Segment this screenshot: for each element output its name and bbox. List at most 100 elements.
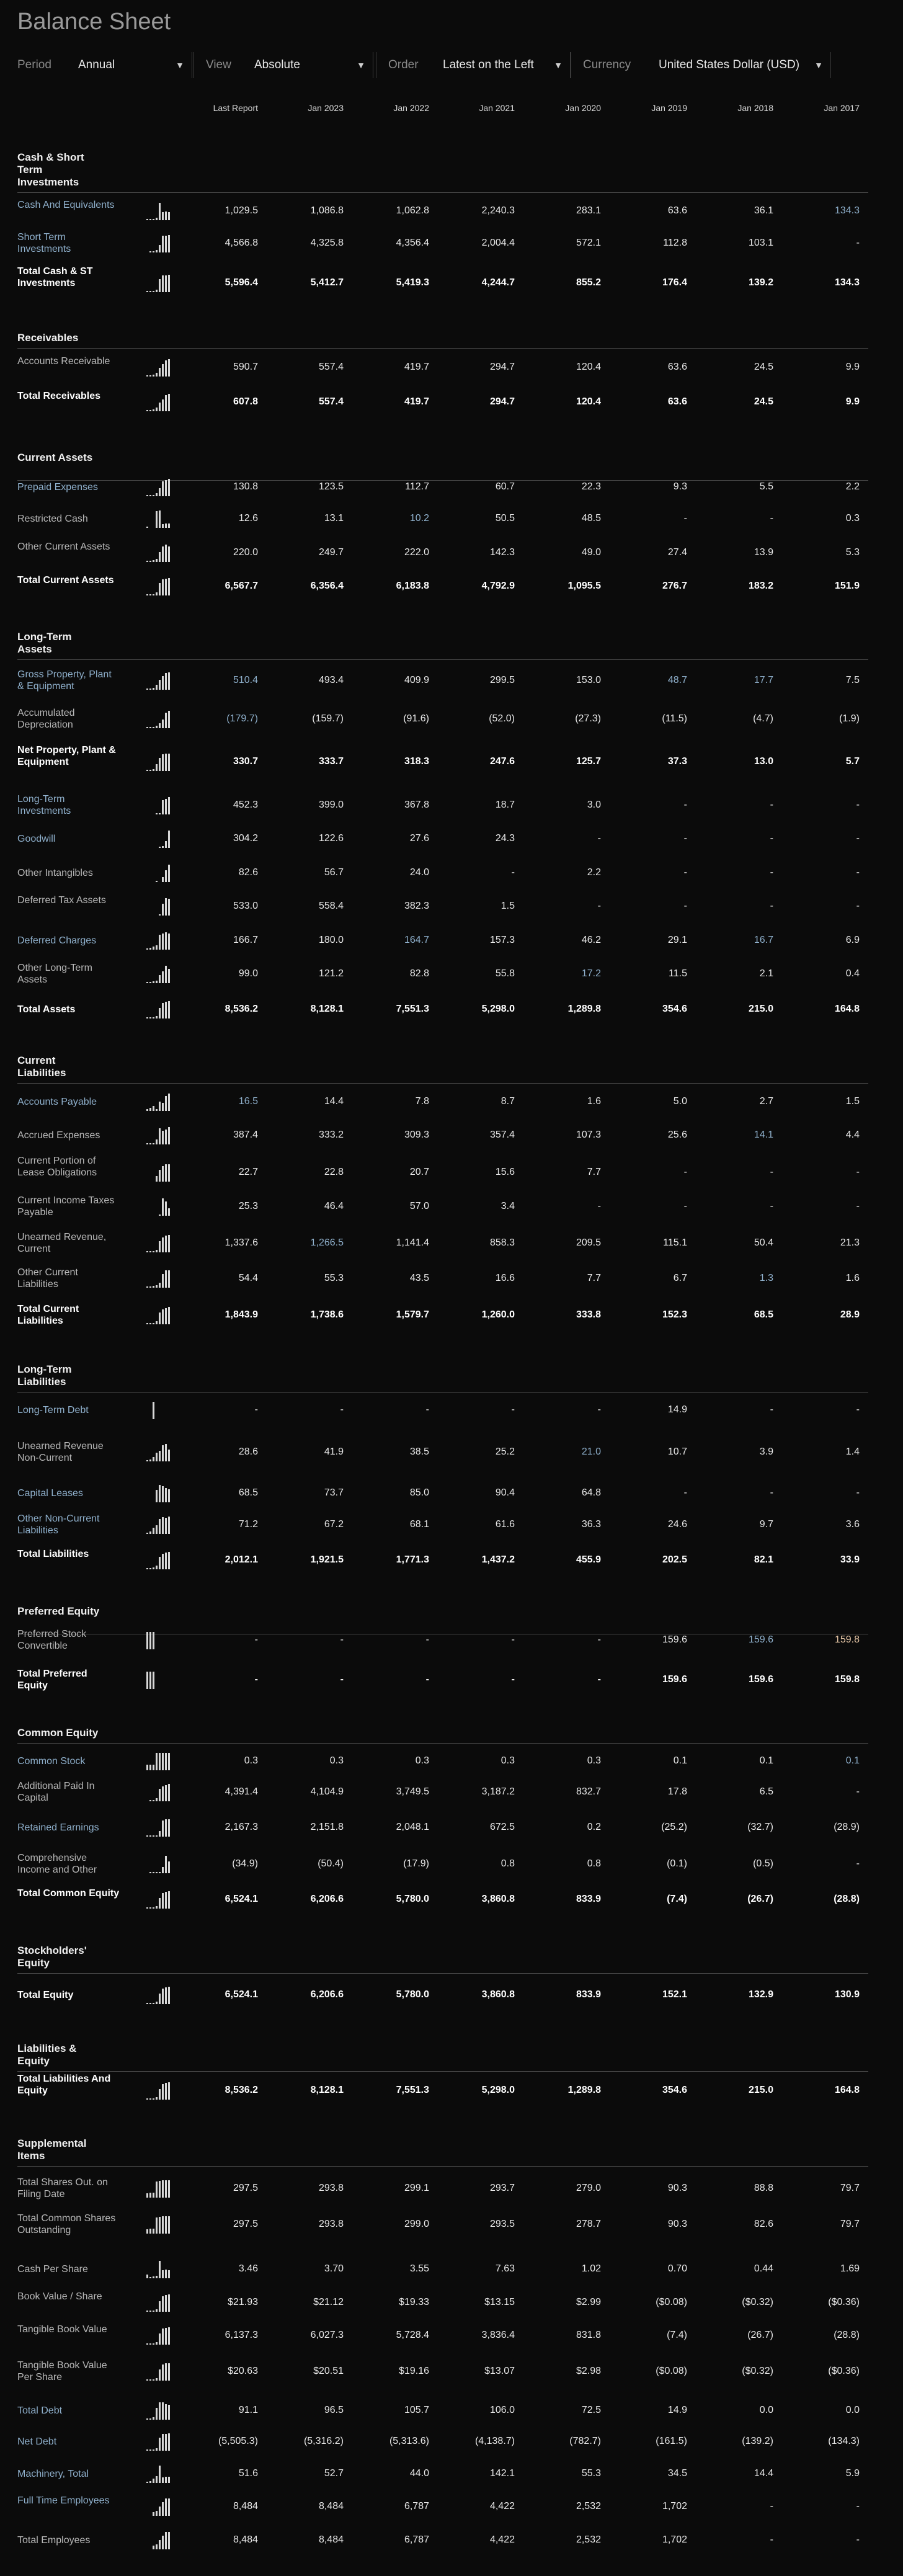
cell-value: 4,422 (489, 2534, 515, 2545)
cell-value: - (856, 1786, 860, 1797)
sparkline-bar (159, 847, 161, 848)
cell-value: 297.5 (233, 2219, 258, 2229)
section-title: Preferred Equity (17, 1605, 100, 1617)
cell-value: 16.6 (495, 1273, 515, 1283)
cell-value: 3,836.4 (481, 2330, 515, 2340)
row-label-full-time-employees[interactable]: Full Time Employees (17, 2495, 120, 2507)
row-label-cash-and-equivalents[interactable]: Cash And Equivalents (17, 199, 120, 211)
sparkline-bar (162, 846, 164, 848)
column-header[interactable]: Jan 2017 (767, 103, 860, 113)
row-label-capital-leases[interactable]: Capital Leases (17, 1487, 120, 1499)
currency-select[interactable]: United States Dollar (USD) ▼ (654, 52, 831, 78)
cell-value: 7.5 (845, 675, 860, 685)
cell-value: 33.9 (840, 1554, 860, 1565)
row-label-long-term-investments[interactable]: Long-Term Investments (17, 793, 120, 817)
row-label-goodwill[interactable]: Goodwill (17, 833, 120, 845)
cell-value: - (511, 1404, 515, 1415)
control-label: Period (17, 58, 51, 71)
cell-value: 572.1 (576, 238, 601, 248)
column-header[interactable]: Jan 2022 (336, 103, 429, 113)
cell-value: 4,104.9 (310, 1786, 344, 1797)
cell-value: 382.3 (404, 901, 429, 911)
section-title: Current Liabilities (17, 1054, 66, 1079)
sparkline-bar (156, 2182, 158, 2198)
sparkline-bar (162, 1445, 164, 1461)
cell-value: - (856, 238, 860, 248)
cell-value: 63.6 (667, 362, 687, 372)
cell-value: 6,787 (404, 2534, 429, 2545)
sparkline-bar (162, 1103, 164, 1111)
period-select[interactable]: Annual ▼ (73, 52, 192, 78)
cell-value: 7.8 (415, 1096, 429, 1107)
view-select[interactable]: Absolute ▼ (249, 52, 373, 78)
cell-value: 6,524.1 (225, 1989, 258, 2000)
sparkline-bar (153, 1457, 154, 1461)
row-label-retained-earnings[interactable]: Retained Earnings (17, 1822, 120, 1834)
row-label-other-non-current-liabilities[interactable]: Other Non-Current Liabilities (17, 1513, 120, 1536)
column-header[interactable]: Jan 2021 (422, 103, 515, 113)
cell-value: 5.9 (845, 2468, 860, 2479)
row-label-machinery-total[interactable]: Machinery, Total (17, 2468, 120, 2480)
cell-value: 367.8 (404, 800, 429, 810)
sparkline-bar (159, 403, 161, 411)
sparkline-bar (149, 2481, 151, 2483)
sparkline-bar (162, 877, 164, 882)
sparkline-bar (156, 1872, 158, 1873)
cell-value: 25.6 (667, 1130, 687, 1140)
sparkline-bar (149, 1800, 151, 1801)
row-label-common-stock[interactable]: Common Stock (17, 1755, 120, 1767)
sparkline-bar (149, 1672, 151, 1689)
filter-toolbar: Period Annual ▼ View Absolute ▼ Order Latest on… (0, 52, 903, 79)
row-label-gross-property-plant-and-equipment[interactable]: Gross Property, Plant & Equipment (17, 669, 120, 692)
cell-value: 36.3 (581, 1519, 601, 1530)
column-header[interactable]: Last Report (165, 103, 258, 113)
cell-value: 1,921.5 (310, 1554, 344, 1565)
cell-value: $13.15 (484, 2297, 515, 2307)
sparkline-bar (162, 1486, 164, 1502)
row-label-total-debt[interactable]: Total Debt (17, 2405, 120, 2417)
cell-value: 159.6 (662, 1634, 687, 1645)
cell-value: - (856, 867, 860, 878)
cell-value: - (856, 1167, 860, 1177)
control-label: Order (388, 58, 419, 71)
row-label-prepaid-expenses[interactable]: Prepaid Expenses (17, 481, 120, 493)
cell-value: (32.7) (747, 1822, 773, 1832)
row-label-net-debt[interactable]: Net Debt (17, 2436, 120, 2448)
cell-value: 22.8 (324, 1167, 344, 1177)
cell-value: 333.8 (576, 1309, 601, 1320)
cell-value: ($0.08) (656, 2366, 687, 2376)
row-label-deferred-charges[interactable]: Deferred Charges (17, 935, 120, 947)
cell-value: 354.6 (662, 1004, 687, 1014)
column-header[interactable]: Jan 2020 (508, 103, 601, 113)
sparkline-bar (153, 291, 154, 292)
row-label-long-term-debt[interactable]: Long-Term Debt (17, 1404, 120, 1416)
sparkline-bar (156, 1016, 158, 1018)
sparkline-bar (153, 219, 154, 220)
sparkline-bar (159, 680, 161, 690)
row-label-short-term-investments[interactable]: Short Term Investments (17, 231, 120, 255)
sparkline-bar (153, 1632, 154, 1649)
column-header[interactable]: Jan 2019 (594, 103, 687, 113)
cell-value: 88.8 (754, 2183, 773, 2193)
cell-value: (50.4) (318, 1858, 344, 1869)
order-select[interactable]: Latest on the Left ▼ (438, 52, 571, 78)
cell-value: 293.8 (318, 2183, 344, 2193)
column-header[interactable]: Jan 2018 (680, 103, 773, 113)
cell-value: - (856, 833, 860, 844)
column-header[interactable]: Jan 2023 (251, 103, 344, 113)
sparkline-bar (156, 218, 158, 220)
sparkline-bar (159, 1557, 161, 1569)
cell-value: 60.7 (495, 481, 515, 492)
cell-value: 3.55 (409, 2263, 429, 2274)
cell-value: 2,240.3 (481, 205, 515, 216)
sparkline-bar (149, 561, 151, 562)
sparkline-bar (162, 1554, 164, 1569)
sparkline-bar (149, 1872, 151, 1873)
sparkline-bar (153, 2417, 154, 2420)
row-label-accounts-payable[interactable]: Accounts Payable (17, 1096, 120, 1108)
cell-value: 37.3 (667, 756, 687, 767)
cell-value: 43.5 (409, 1273, 429, 1283)
cell-value: 164.8 (834, 2085, 860, 2095)
cell-value: 3,860.8 (481, 1894, 515, 1904)
cell-value: 1,062.8 (396, 205, 429, 216)
